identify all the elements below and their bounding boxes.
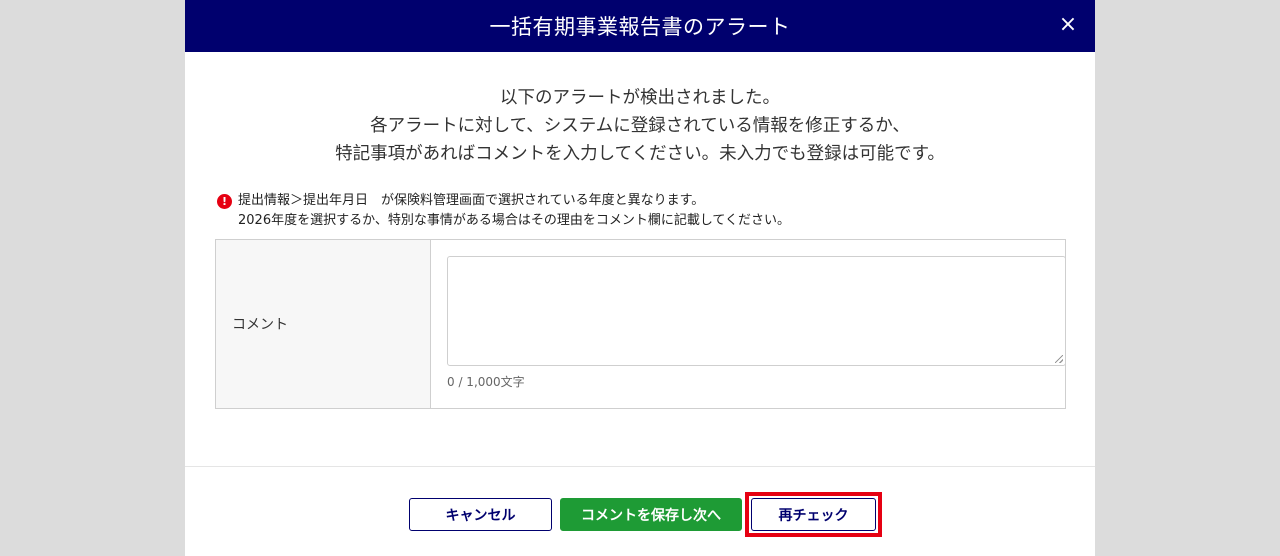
alert-text-line-1: 提出情報＞提出年月日 が保険料管理画面で選択されている年度と異なります。 [238, 193, 705, 208]
comment-table: コメント 0 / 1,000文字 [215, 239, 1066, 409]
intro-message: 以下のアラートが検出されました。 各アラートに対して、システムに登録されている情… [185, 84, 1095, 168]
recheck-button[interactable]: 再チェック [751, 498, 876, 531]
intro-line-3: 特記事項があればコメントを入力してください。未入力でも登録は可能です。 [335, 144, 945, 164]
comment-textarea[interactable] [447, 256, 1066, 366]
cancel-button[interactable]: キャンセル [409, 498, 552, 531]
alert-text-line-2: 2026年度を選択するか、特別な事情がある場合はその理由をコメント欄に記載してく… [238, 213, 791, 228]
close-icon[interactable]: × [1055, 12, 1081, 38]
footer-divider [185, 466, 1095, 467]
error-icon: ! [217, 193, 232, 209]
save-next-button[interactable]: コメントを保存し次へ [560, 498, 742, 531]
comment-label: コメント [216, 240, 431, 408]
intro-line-1: 以下のアラートが検出されました。 [500, 88, 780, 108]
resize-handle-icon[interactable] [1055, 355, 1063, 363]
comment-input-cell: 0 / 1,000文字 [431, 240, 1066, 408]
dialog-header: 一括有期事業報告書のアラート × [185, 0, 1095, 52]
intro-line-2: 各アラートに対して、システムに登録されている情報を修正するか、 [370, 116, 910, 136]
char-count: 0 / 1,000文字 [447, 375, 525, 389]
alert-message: ! 提出情報＞提出年月日 が保険料管理画面で選択されている年度と異なります。 2… [217, 191, 790, 231]
dialog-title: 一括有期事業報告書のアラート [489, 15, 791, 39]
alert-dialog: 一括有期事業報告書のアラート × 以下のアラートが検出されました。 各アラートに… [185, 0, 1095, 556]
